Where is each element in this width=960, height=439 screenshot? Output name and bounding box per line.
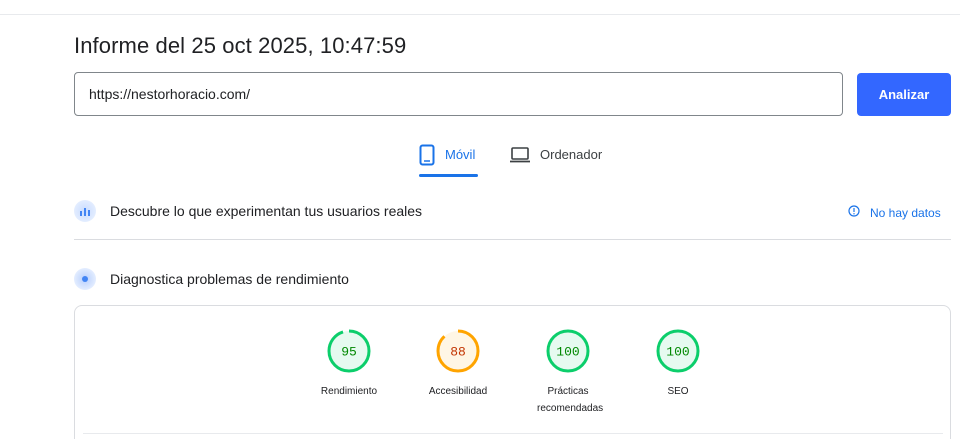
gauge-icon [74,268,96,290]
score-gauge-seo[interactable]: 100 SEO [633,328,723,400]
lab-data-title: Diagnostica problemas de rendimiento [110,271,349,287]
score-value-performance: 95 [341,345,357,360]
tab-desktop[interactable]: Ordenador [510,144,602,178]
laptop-icon [510,147,530,168]
score-ring-performance: 95 [327,329,371,373]
lab-data-header: Diagnostica problemas de rendimiento [74,268,349,290]
tab-desktop-label: Ordenador [540,147,603,162]
report-title: Informe del 25 oct 2025, 10:47:59 [74,33,407,58]
field-data-header: Descubre lo que experimentan tus usuario… [74,200,951,222]
top-divider [0,14,960,15]
scores-card: 95 Rendimiento 88 Accesibilidad 100 Prácticas… [74,305,951,439]
info-icon [848,205,860,220]
score-ring-best-practices: 100 [546,329,590,373]
score-gauge-performance[interactable]: 95 Rendimiento [304,328,394,400]
score-label-accessibility: Accesibilidad [428,386,488,397]
analyze-button[interactable]: Analizar [857,73,951,116]
users-chart-icon [74,200,96,222]
score-gauge-accessibility[interactable]: 88 Accesibilidad [413,328,503,400]
score-value-seo: 100 [666,345,689,360]
score-value-best-practices: 100 [556,345,579,360]
score-ring-accessibility: 88 [436,329,480,373]
score-label-performance: Rendimiento [320,386,378,397]
score-label-best-practices: Prácticas recomendadas [537,386,604,414]
url-input[interactable] [74,72,843,116]
field-data-title: Descubre lo que experimentan tus usuario… [110,203,423,219]
score-label-seo: SEO [667,386,689,397]
tab-mobile-label: Móvil [445,147,476,162]
tab-mobile[interactable]: Móvil [419,144,475,178]
score-gauge-best-practices[interactable]: 100 Prácticas recomendadas [523,328,613,417]
no-data-label: No hay datos [870,205,941,220]
no-data-link[interactable]: No hay datos [848,205,941,220]
section-divider [74,239,951,240]
tab-selected-indicator [419,174,478,177]
card-divider [83,433,943,434]
score-ring-seo: 100 [656,329,700,373]
score-value-accessibility: 88 [450,345,466,360]
smartphone-icon [419,144,435,171]
